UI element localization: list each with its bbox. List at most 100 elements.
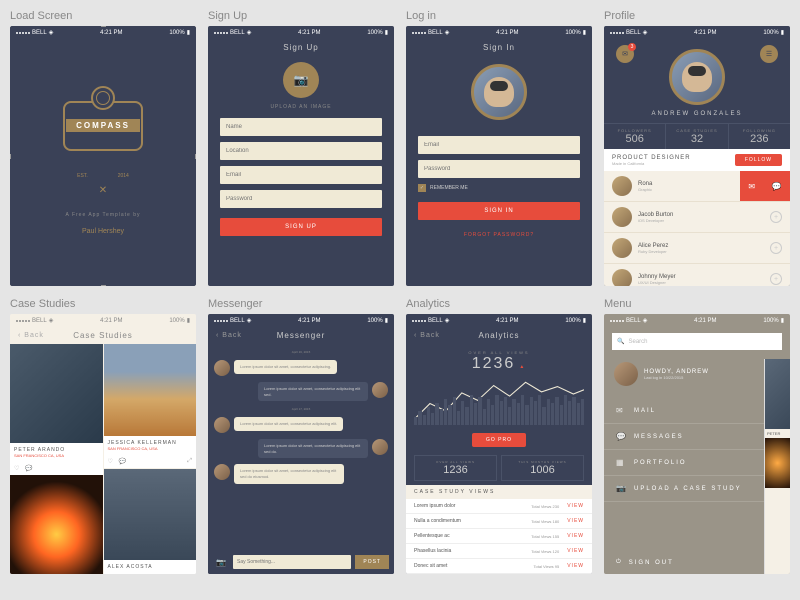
signup-button[interactable]: SIGN UP <box>220 218 382 236</box>
chart-bar <box>461 401 464 425</box>
case-card[interactable]: ALEX ACOSTA <box>104 469 197 575</box>
row-value: Total Views 230 <box>531 504 559 509</box>
menu-icon-button[interactable]: ☰ <box>760 45 778 63</box>
content-peek[interactable]: PETER <box>764 359 790 574</box>
chart-bar <box>440 409 443 425</box>
menu-item[interactable]: 📷UPLOAD A CASE STUDY <box>604 476 790 502</box>
post-button[interactable]: POST <box>355 555 389 569</box>
search-icon: 🔍 <box>617 338 624 345</box>
person-role: UX/UI Designer <box>638 280 764 285</box>
stat-following[interactable]: FOLLOWING236 <box>729 124 790 149</box>
view-link[interactable]: VIEW <box>567 533 584 539</box>
avatar <box>612 207 632 227</box>
chart-bar <box>542 407 545 425</box>
cases-screen: BELL◈4:21 PM100%▮ ‹ BackCase Studies PET… <box>10 314 196 574</box>
chart-bar <box>564 395 567 425</box>
person-row[interactable]: Alice PerezRuby Developer+ <box>604 233 790 264</box>
upload-avatar-button[interactable]: 📷 <box>283 62 319 98</box>
analytics-chart <box>414 377 584 425</box>
person-row[interactable]: RonaGraphic+✉💬 <box>604 171 790 202</box>
menu-item[interactable]: ✉MAIL3 <box>604 398 790 424</box>
location-field[interactable] <box>220 142 382 160</box>
case-card[interactable]: JESSICA KELLERMANSAN FRANCISCO CA, USA♡💬… <box>104 344 197 468</box>
signout-button[interactable]: ⏻SIGN OUT <box>616 559 674 566</box>
chart-bar <box>470 395 473 425</box>
menu-avatar[interactable] <box>614 362 638 386</box>
email-field[interactable] <box>418 136 580 154</box>
signup-screen: BELL◈4:21 PM100%▮ Sign Up 📷 UPLOAD AN IM… <box>208 26 394 286</box>
chart-bar <box>491 405 494 425</box>
menu-item[interactable]: 💬MESSAGES <box>604 424 790 450</box>
view-link[interactable]: VIEW <box>567 548 584 554</box>
chart-bar <box>453 397 456 425</box>
name-field[interactable] <box>220 118 382 136</box>
forgot-password-link[interactable]: FORGOT PASSWORD? <box>418 232 580 238</box>
list-header: CASE STUDY VIEWS <box>406 485 592 499</box>
chart-bar <box>418 411 421 425</box>
header-title: Case Studies <box>73 331 133 340</box>
row-value: Total Views 155 <box>531 534 559 539</box>
password-field[interactable] <box>418 160 580 178</box>
back-button[interactable]: ‹ Back <box>18 332 44 339</box>
menu-icon: ▦ <box>616 458 626 467</box>
back-button[interactable]: ‹ Back <box>216 332 242 339</box>
view-link[interactable]: VIEW <box>567 518 584 524</box>
analytics-row[interactable]: Nulla a condimentumTotal Views 180VIEW <box>406 514 592 529</box>
add-button[interactable]: + <box>770 211 782 223</box>
password-field[interactable] <box>220 190 382 208</box>
view-link[interactable]: VIEW <box>567 503 584 509</box>
profile-screen: BELL◈4:21 PM100%▮ ✉3 ☰ ANDREW GONZALES F… <box>604 26 790 286</box>
person-row[interactable]: Jacob BurtoniOS Developer+ <box>604 202 790 233</box>
add-button[interactable]: + <box>770 273 782 285</box>
add-button[interactable]: + <box>770 242 782 254</box>
analytics-row[interactable]: Phasellus laciniaTotal Views 120VIEW <box>406 544 592 559</box>
menu-label: MAIL <box>634 408 656 414</box>
case-card[interactable]: PETER ARANDOSAN FRANCISCO CA, USA♡💬 <box>10 344 103 574</box>
signin-button[interactable]: SIGN IN <box>418 202 580 220</box>
search-input[interactable]: 🔍Search <box>612 333 782 350</box>
back-button[interactable]: ‹ Back <box>414 332 440 339</box>
message-row: Lorem ipsum dolor sit amet, consectetur … <box>214 464 388 483</box>
chart-bar <box>568 401 571 425</box>
chart-bar <box>483 409 486 425</box>
chart-bar <box>435 403 438 425</box>
last-login: Last log in 10/22/2015 <box>644 375 709 380</box>
screen-label-analytics: Analytics <box>406 298 592 310</box>
message-bubble: Lorem ipsum dolor sit amet, consectetur … <box>234 360 337 374</box>
overall-value: 1236▲ <box>406 355 592 373</box>
cross-icon: ✕ <box>99 185 107 196</box>
remember-checkbox[interactable]: ✓REMEMBER ME <box>418 184 580 192</box>
header-title: Sign In <box>406 39 592 56</box>
chart-bar <box>478 397 481 425</box>
follow-button[interactable]: FOLLOW <box>735 154 782 166</box>
analytics-row[interactable]: Donec sit ametTotal Views 95VIEW <box>406 559 592 574</box>
messages-icon-button[interactable]: ✉3 <box>616 45 634 63</box>
analytics-row[interactable]: Pellentesque acTotal Views 155VIEW <box>406 529 592 544</box>
menu-item[interactable]: ▦ PORTFOLIO <box>604 450 790 476</box>
avatar <box>372 439 388 455</box>
swipe-actions[interactable]: ✉💬 <box>740 171 790 201</box>
view-link[interactable]: VIEW <box>567 563 584 569</box>
status-bar: BELL◈4:21 PM100%▮ <box>10 26 196 39</box>
heart-icon: ♡ <box>14 465 19 472</box>
menu-label: PORTFOLIO <box>634 460 687 466</box>
person-row[interactable]: Johnny MeyerUX/UI Designer+ <box>604 264 790 286</box>
menu-icon: 📷 <box>616 484 626 493</box>
chart-bar <box>431 413 434 425</box>
message-input[interactable] <box>233 555 351 569</box>
profile-name: ANDREW GONZALES <box>651 111 742 117</box>
load-screen: BELL◈4:21 PM100%▮ COMPASS EST.2014 ✕ A F… <box>10 26 196 286</box>
screen-label-login: Log in <box>406 10 592 22</box>
analytics-row[interactable]: Lorem ipsum dolorTotal Views 230VIEW <box>406 499 592 514</box>
menu-screen: BELL◈4:21 PM100%▮ 🔍Search HOWDY, ANDREWL… <box>604 314 790 574</box>
chart-bar <box>538 395 541 425</box>
email-field[interactable] <box>220 166 382 184</box>
messenger-screen: BELL◈4:21 PM100%▮ ‹ BackMessenger April … <box>208 314 394 574</box>
row-title: Phasellus lacinia <box>414 548 531 554</box>
screen-label-load: Load Screen <box>10 10 196 22</box>
stat-followers[interactable]: FOLLOWERS506 <box>604 124 666 149</box>
message-bubble: Lorem ipsum dolor sit amet, consectetur … <box>258 382 368 401</box>
camera-icon-button[interactable]: 📷 <box>213 555 229 569</box>
avatar <box>214 464 230 480</box>
stat-cases[interactable]: CASE STUDIES32 <box>666 124 728 149</box>
